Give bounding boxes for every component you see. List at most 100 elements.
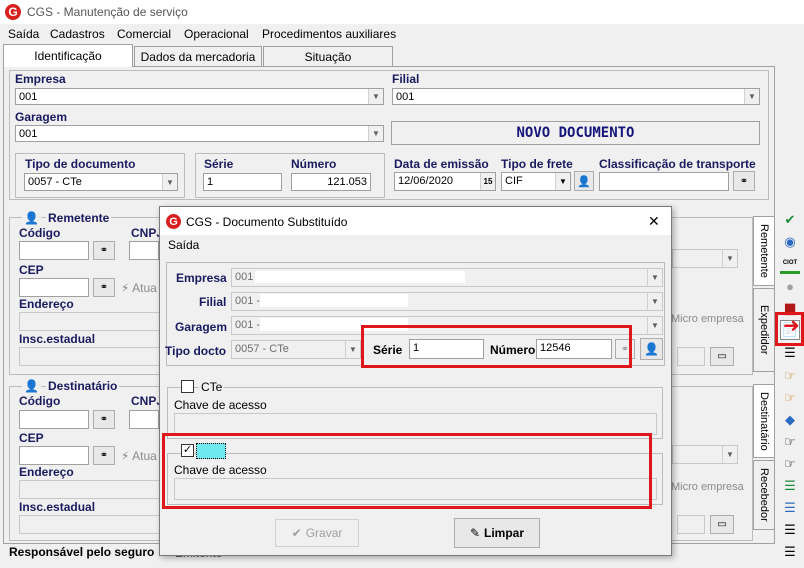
list-icon[interactable]: ☰ [780,343,800,363]
numero-input[interactable]: 121.053 [291,173,371,191]
dialog-title-bar: G CGS - Documento Substituído ✕ [160,207,671,235]
side-tab-destinatario[interactable]: Destinatário [753,384,775,458]
filial-select[interactable]: 001 ▼ [392,88,760,105]
dialog-title: CGS - Documento Substituído [186,215,348,229]
menu-bar: Saída Cadastros Comercial Operacional Pr… [0,24,804,44]
cte-label: CTe [199,380,225,394]
dialog-filial-label: Filial [199,295,227,309]
empresa-select[interactable]: 001 ▼ [15,88,384,105]
remetente-codigo-label: Código [19,226,61,240]
redacted-region [260,318,408,331]
cte-checkbox[interactable] [181,380,194,393]
chave2-input[interactable] [174,478,657,500]
limpar-button[interactable]: ✎ Limpar [454,518,540,548]
destinatario-codigo-input[interactable] [19,410,89,429]
frete-select[interactable]: CIF ▼ [501,172,571,191]
destinatario-small-input[interactable] [677,515,705,534]
circle-icon[interactable]: ● [780,276,800,296]
window-title: CGS - Manutenção de serviço [27,5,188,19]
destinatario-atua-label: ⚡ Atua [121,449,157,463]
ciot-icon[interactable]: CIOT [780,254,800,274]
destinatario-cnpj-input[interactable] [129,410,159,429]
person-icon: 👤 [22,211,41,225]
check-icon[interactable]: ✔ [780,210,800,230]
tab-situacao[interactable]: Situação [263,46,393,66]
chevron-down-icon: ▼ [744,89,759,104]
remetente-small-input[interactable] [677,347,705,366]
dialog-menu-saida[interactable]: Saída [168,238,199,252]
card-button[interactable]: ▭ [710,347,734,366]
dialog-tipo-select[interactable]: 0057 - CTe ▼ [231,340,361,359]
chave1-input[interactable] [174,413,657,435]
card-button[interactable]: ▭ [710,515,734,534]
binoculars-button[interactable]: ⚭ [93,446,115,465]
destinatario-endereco-input[interactable] [19,480,161,499]
binoculars-button[interactable]: ⚭ [93,410,115,429]
remetente-endereco-input[interactable] [19,312,161,331]
gravar-button[interactable]: ✔ Gravar [275,519,359,547]
chevron-down-icon: ▼ [162,174,177,190]
destinatario-right-select[interactable]: ▼ [672,445,738,464]
close-icon[interactable]: ✕ [648,213,660,230]
chevron-down-icon: ▼ [345,341,360,358]
person-button[interactable]: 👤 [574,171,594,191]
dialog-numero-input[interactable]: 12546 [536,339,612,359]
grid-icon[interactable]: ◆ [780,410,800,430]
redacted-region [260,294,408,307]
side-tab-recebedor[interactable]: Recebedor [753,460,775,530]
menu-operacional[interactable]: Operacional [184,27,249,41]
emissao-input[interactable]: 12/06/2020 15 [394,172,496,191]
remetente-cnpj-input[interactable] [129,241,159,260]
hand-icon[interactable]: ☞ [780,366,800,386]
tab-identificacao[interactable]: Identificação [3,44,133,67]
hand-pointer-icon[interactable]: ☞ [780,388,800,408]
remetente-cep-label: CEP [19,263,44,277]
chevron-down-icon: ▼ [368,89,383,104]
menu-saida[interactable]: Saída [8,27,39,41]
destinatario-title: Destinatário [46,379,120,393]
binoculars-button[interactable]: ⚭ [93,241,115,260]
empresa-label: Empresa [15,72,66,86]
dialog-tipo-label: Tipo docto [165,344,227,358]
binoculars-button[interactable]: ⚭ [615,339,635,359]
red-arrow-icon: ➜ [783,315,800,337]
remetente-cep-input[interactable] [19,278,89,297]
title-bar: G CGS - Manutenção de serviço [0,0,804,24]
menu-comercial[interactable]: Comercial [117,27,171,41]
side-tab-expedidor[interactable]: Expedidor [753,288,775,372]
dialog-serie-input[interactable]: 1 [409,339,484,359]
serie-input[interactable]: 1 [203,173,282,191]
tab-dados-mercadoria[interactable]: Dados da mercadoria [134,46,262,66]
chevron-down-icon: ▼ [647,269,662,286]
tipo-doc-select[interactable]: 0057 - CTe ▼ [24,173,178,191]
dialog-empresa-label: Empresa [176,271,227,285]
garagem-select[interactable]: 001 ▼ [15,125,384,142]
classificacao-input[interactable] [599,172,729,191]
globe-icon[interactable]: ◉ [780,232,800,252]
menu-procedimentos[interactable]: Procedimentos auxiliares [262,27,396,41]
destinatario-insc-input[interactable] [19,515,161,534]
destinatario-cep-input[interactable] [19,446,89,465]
open-book-icon[interactable]: ☰ [780,498,800,518]
remetente-right-select[interactable]: ▼ [672,249,738,268]
user-icon[interactable]: ☞ [780,432,800,452]
remetente-codigo-input[interactable] [19,241,89,260]
side-tab-remetente[interactable]: Remetente [753,216,775,286]
classificacao-label: Classificação de transporte [599,157,756,171]
serie-label: Série [204,157,234,171]
calendar-icon[interactable]: 15 [480,173,495,190]
remetente-insc-input[interactable] [19,347,161,366]
signature-icon[interactable]: ☞ [780,454,800,474]
binoculars-button[interactable]: ⚭ [733,171,755,191]
menu-cadastros[interactable]: Cadastros [50,27,105,41]
checked-checkbox[interactable]: ✓ [181,444,194,457]
book-icon[interactable]: ☰ [780,476,800,496]
binoculars-button[interactable]: ⚭ [93,278,115,297]
app-logo-icon: G [5,4,21,20]
notes-icon[interactable]: ☰ [780,520,800,540]
user-search-button[interactable]: 👤 [640,338,663,360]
person-icon: 👤 [22,379,41,393]
chave1-label: Chave de acesso [174,398,267,412]
pages-icon[interactable]: ☰ [780,542,800,562]
filial-label: Filial [392,72,420,86]
